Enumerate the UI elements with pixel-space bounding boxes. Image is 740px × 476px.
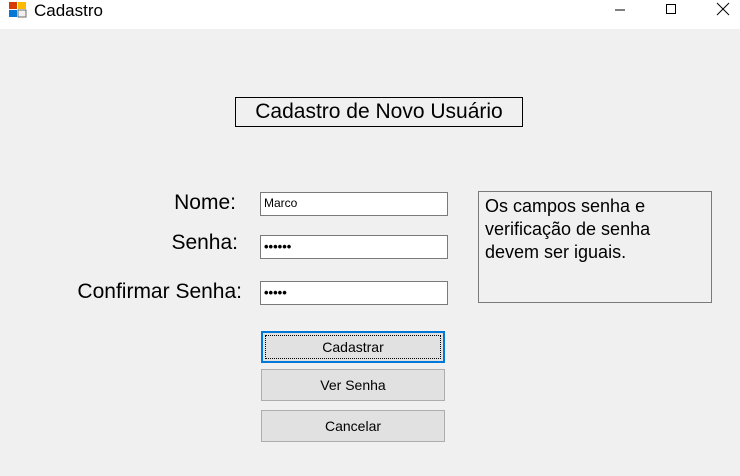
senha-input[interactable]: ••••••: [260, 235, 448, 259]
cadastrar-button[interactable]: Cadastrar: [261, 331, 445, 363]
close-icon: [716, 2, 730, 21]
title-bar[interactable]: Cadastro: [0, 0, 740, 29]
nome-label: Nome:: [174, 191, 236, 214]
minimize-button[interactable]: [597, 0, 643, 22]
minimize-icon: [614, 2, 626, 20]
maximize-icon: [665, 2, 677, 20]
window-title: Cadastro: [34, 1, 103, 20]
focus-ring: [265, 335, 441, 359]
senha-label: Senha:: [171, 231, 238, 254]
close-button[interactable]: [700, 0, 740, 22]
app-icon: [9, 2, 27, 18]
cadastro-window: Cadastro Cadastro de Novo Usuário Nome: …: [0, 0, 740, 476]
confirmar-senha-input[interactable]: •••••: [260, 281, 448, 305]
cancelar-button-label: Cancelar: [324, 418, 382, 434]
ver-senha-button[interactable]: Ver Senha: [261, 369, 445, 401]
ver-senha-button-label: Ver Senha: [320, 377, 386, 393]
confirmar-senha-label: Confirmar Senha:: [77, 280, 242, 303]
form-heading: Cadastro de Novo Usuário: [235, 97, 523, 127]
maximize-button[interactable]: [648, 0, 694, 22]
cancelar-button[interactable]: Cancelar: [261, 410, 445, 442]
nome-input[interactable]: Marco: [260, 192, 448, 216]
password-info-text: Os campos senha e verificação de senha d…: [478, 191, 712, 303]
